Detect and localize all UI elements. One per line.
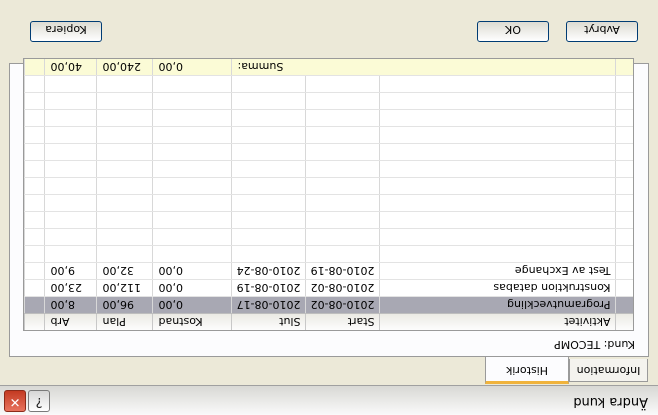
cell[interactable]: 9,00 (45, 262, 97, 280)
empty-row (24, 211, 633, 229)
cell-filler (24, 59, 45, 76)
header-row: Aktivitet Start Slut Kostnad Plan Arb (24, 313, 633, 330)
table-row[interactable]: Test av Exchange 2010-08-19 2010-08-24 0… (24, 262, 633, 280)
cell[interactable]: 2010-08-02 (306, 279, 380, 297)
cell[interactable]: Konstruktion databas (380, 279, 616, 297)
cell-filler (24, 262, 45, 280)
cell[interactable]: 8,00 (45, 296, 97, 314)
cell-filler (24, 296, 45, 314)
row-header[interactable] (616, 262, 633, 280)
empty-row (24, 194, 633, 212)
tab-strip: Information Historik (0, 354, 658, 386)
window-title: Ändra kund (573, 394, 648, 409)
cell[interactable]: Test av Exchange (380, 262, 616, 280)
empty-row (24, 245, 633, 263)
empty-row (24, 126, 633, 144)
column-header[interactable]: Arb (45, 313, 97, 330)
cell[interactable]: 0,00 (153, 296, 232, 314)
empty-row (24, 177, 633, 195)
title-bar[interactable]: Ändra kund ? ✕ (0, 385, 658, 415)
summary-plan: 240,00 (97, 59, 153, 76)
cell[interactable]: 2010-08-19 (232, 279, 306, 297)
button-row: Avbryt OK Kopiera (0, 0, 658, 59)
column-header[interactable]: Plan (97, 313, 153, 330)
summary-cost: 0,00 (153, 59, 232, 76)
activity-grid[interactable]: Aktivitet Start Slut Kostnad Plan Arb Pr… (23, 58, 634, 331)
column-header[interactable]: Slut (232, 313, 306, 330)
close-button[interactable]: ✕ (4, 390, 26, 412)
cell[interactable]: 23,00 (45, 279, 97, 297)
row-header[interactable] (616, 279, 633, 297)
cell[interactable]: 2010-08-19 (306, 262, 380, 280)
cell[interactable]: 2010-08-24 (232, 262, 306, 280)
empty-row (24, 109, 633, 127)
empty-row (24, 75, 633, 93)
historik-panel: Kund: TECOMP Aktivitet Start Slut Kostna… (9, 58, 649, 357)
table-row[interactable]: Programutveckling 2010-08-02 2010-08-17 … (24, 296, 633, 314)
question-icon: ? (35, 394, 43, 409)
cell[interactable]: 112,00 (97, 279, 153, 297)
cell[interactable]: 2010-08-02 (306, 296, 380, 314)
summary-row: Summa: 0,00 240,00 40,00 (24, 59, 633, 76)
cell[interactable]: 0,00 (153, 262, 232, 280)
column-header[interactable]: Start (306, 313, 380, 330)
cell[interactable]: 0,00 (153, 279, 232, 297)
row-header[interactable] (616, 296, 633, 314)
column-header-filler (24, 313, 45, 330)
cell-filler (24, 279, 45, 297)
tab-historik[interactable]: Historik (485, 357, 569, 384)
row-header (616, 59, 633, 76)
empty-row (24, 160, 633, 178)
cell[interactable]: 96,00 (97, 296, 153, 314)
cell[interactable]: 2010-08-17 (232, 296, 306, 314)
empty-row (24, 228, 633, 246)
column-header[interactable]: Aktivitet (380, 313, 616, 330)
empty-row (24, 143, 633, 161)
customer-label: Kund: TECOMP (554, 338, 635, 351)
empty-row (24, 92, 633, 110)
ok-button[interactable]: OK (477, 21, 549, 42)
tab-information[interactable]: Information (569, 359, 648, 382)
summary-arb: 40,00 (45, 59, 97, 76)
summary-label: Summa: (232, 59, 616, 76)
column-header[interactable]: Kostnad (153, 313, 232, 330)
table-row[interactable]: Konstruktion databas 2010-08-02 2010-08-… (24, 279, 633, 297)
cancel-button[interactable]: Avbryt (566, 21, 638, 42)
cell[interactable]: Programutveckling (380, 296, 616, 314)
dialog-window: Ändra kund ? ✕ Information Historik Kund… (0, 0, 658, 415)
copy-button[interactable]: Kopiera (30, 21, 102, 42)
cell[interactable]: 32,00 (97, 262, 153, 280)
row-header-corner (616, 313, 633, 330)
close-icon: ✕ (9, 394, 21, 409)
help-button[interactable]: ? (28, 390, 50, 412)
